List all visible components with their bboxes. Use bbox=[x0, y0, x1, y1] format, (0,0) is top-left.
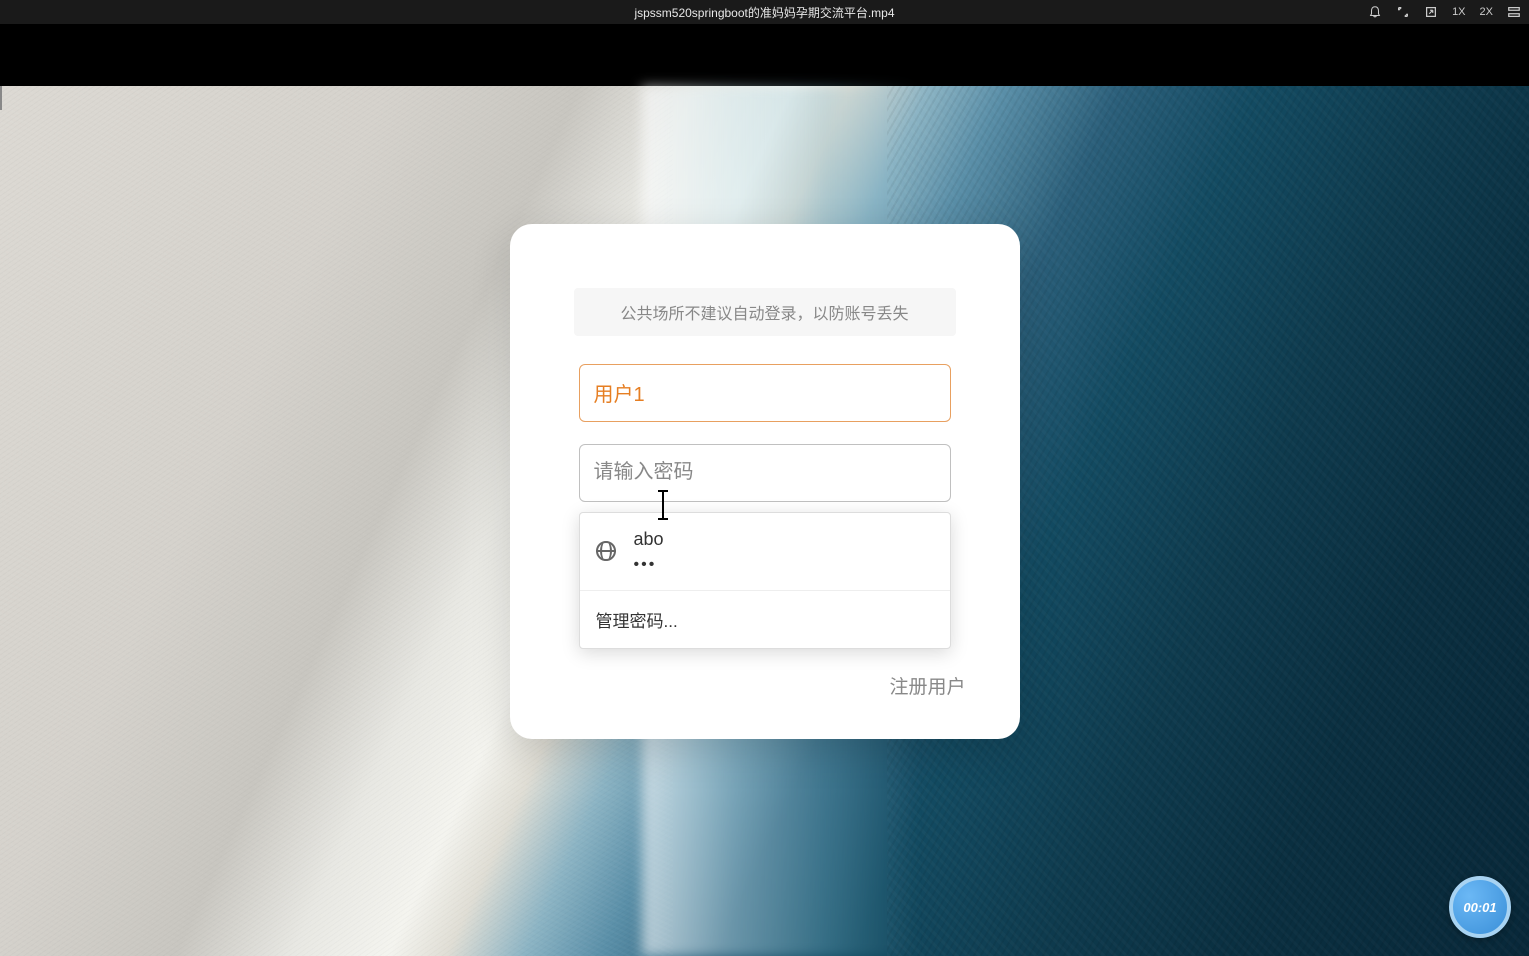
bell-icon[interactable] bbox=[1368, 5, 1382, 19]
speed-2x-button[interactable]: 2X bbox=[1480, 6, 1493, 18]
register-user-link[interactable]: 注册用户 bbox=[542, 672, 988, 699]
recording-timer-badge: 00:01 bbox=[1449, 876, 1511, 938]
video-filename: jspssm520springboot的准妈妈孕期交流平台.mp4 bbox=[634, 4, 894, 21]
menu-icon[interactable] bbox=[1507, 5, 1521, 19]
video-content-frame: 公共场所不建议自动登录，以防账号丢失 abo ••• 管理密码... 注册用户 … bbox=[0, 86, 1529, 956]
popout-icon[interactable] bbox=[1424, 5, 1438, 19]
saved-password-masked: ••• bbox=[634, 556, 664, 574]
edge-marker bbox=[0, 86, 2, 110]
globe-icon bbox=[596, 541, 616, 561]
username-input[interactable] bbox=[579, 364, 951, 422]
titlebar-controls: 1X 2X bbox=[1368, 5, 1521, 19]
password-input[interactable] bbox=[579, 444, 951, 502]
window-titlebar: jspssm520springboot的准妈妈孕期交流平台.mp4 1X 2X bbox=[0, 0, 1529, 24]
video-letterbox-top bbox=[0, 24, 1529, 86]
speed-1x-button[interactable]: 1X bbox=[1452, 6, 1465, 18]
credential-text: abo ••• bbox=[634, 529, 664, 574]
login-hint-banner: 公共场所不建议自动登录，以防账号丢失 bbox=[574, 288, 956, 336]
shrink-icon[interactable] bbox=[1396, 5, 1410, 19]
login-card: 公共场所不建议自动登录，以防账号丢失 abo ••• 管理密码... 注册用户 bbox=[510, 224, 1020, 739]
saved-username: abo bbox=[634, 529, 664, 550]
timer-display: 00:01 bbox=[1463, 900, 1496, 915]
autocomplete-saved-credential[interactable]: abo ••• bbox=[580, 513, 950, 591]
password-autocomplete-dropdown: abo ••• 管理密码... bbox=[579, 512, 951, 649]
manage-passwords-button[interactable]: 管理密码... bbox=[580, 591, 950, 648]
